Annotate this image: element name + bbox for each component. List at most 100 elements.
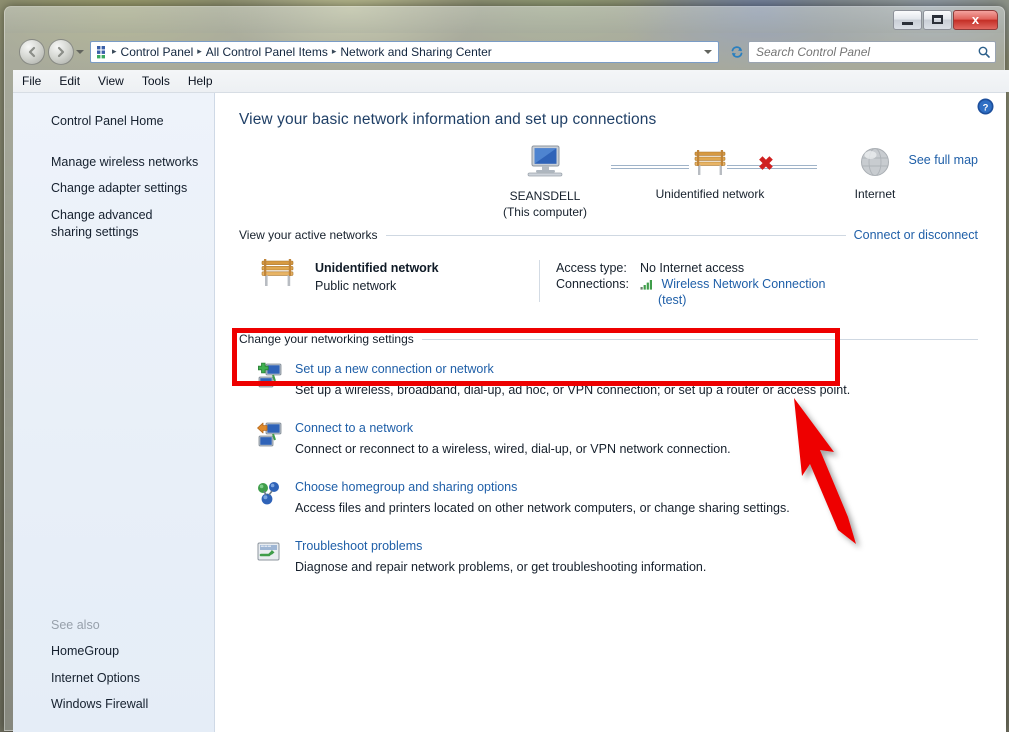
- task-link[interactable]: Set up a new connection or network: [295, 362, 850, 376]
- homegroup-icon: [255, 480, 289, 510]
- menu-view[interactable]: View: [89, 72, 133, 90]
- map-node-this-computer[interactable]: SEANSDELL (This computer): [485, 143, 605, 220]
- detail-value-connections: Wireless Network Connection (test): [640, 276, 825, 308]
- sidebar-item-internet-options[interactable]: Internet Options: [13, 665, 214, 692]
- navigation-toolbar: ▸ Control Panel ▸ All Control Panel Item…: [5, 33, 1004, 70]
- window-controls: x: [893, 9, 998, 30]
- task-troubleshoot-problems[interactable]: Troubleshoot problems Diagnose and repai…: [239, 539, 1006, 574]
- svg-text:?: ?: [983, 102, 989, 113]
- section-label: View your active networks: [239, 228, 378, 242]
- main-content: ? View your basic network information an…: [215, 93, 1006, 732]
- active-network-type: Public network: [315, 279, 439, 293]
- task-choose-homegroup-and-sharing-options[interactable]: Choose homegroup and sharing options Acc…: [239, 480, 1006, 515]
- menu-edit[interactable]: Edit: [50, 72, 89, 90]
- detail-value: No Internet access: [640, 260, 825, 276]
- close-icon: x: [972, 13, 979, 26]
- task-body: Set up a new connection or network Set u…: [289, 362, 850, 397]
- active-network-identity: Unidentified network Public network: [239, 256, 539, 308]
- see-also-section: See also HomeGroup Internet Options Wind…: [13, 614, 214, 718]
- maximize-icon: [932, 15, 943, 24]
- task-description: Set up a wireless, broadband, dial-up, a…: [295, 383, 850, 397]
- new-connection-icon: [255, 362, 289, 392]
- back-arrow-icon: [25, 45, 39, 59]
- refresh-button[interactable]: [726, 41, 748, 63]
- active-networks-panel: Unidentified network Public network Acce…: [215, 256, 1006, 308]
- close-button[interactable]: x: [953, 10, 998, 30]
- task-description: Diagnose and repair network problems, or…: [295, 560, 706, 574]
- section-label: Change your networking settings: [239, 332, 414, 346]
- forward-arrow-icon: [54, 45, 68, 59]
- help-icon[interactable]: ?: [977, 98, 994, 115]
- window-body: Control Panel Home Manage wireless netwo…: [13, 92, 1006, 732]
- detail-key: Access type:: [556, 260, 640, 276]
- navigation-sidebar: Control Panel Home Manage wireless netwo…: [13, 93, 215, 732]
- active-networks-section-header: View your active networks Connect or dis…: [215, 228, 1006, 242]
- breadcrumb-control-panel[interactable]: Control Panel: [118, 44, 197, 60]
- maximize-button[interactable]: [923, 10, 952, 30]
- active-network-name: Unidentified network: [315, 261, 439, 275]
- task-connect-to-a-network[interactable]: Connect to a network Connect or reconnec…: [239, 421, 1006, 456]
- search-icon: [977, 45, 991, 59]
- network-bench-icon: [688, 147, 732, 179]
- address-bar[interactable]: ▸ Control Panel ▸ All Control Panel Item…: [90, 41, 719, 63]
- task-link[interactable]: Connect to a network: [295, 421, 731, 435]
- recent-pages-button[interactable]: [74, 39, 86, 65]
- computer-icon: [524, 143, 566, 181]
- chevron-down-icon: [76, 50, 84, 54]
- forward-button[interactable]: [48, 39, 74, 65]
- sidebar-spacer: [13, 135, 214, 149]
- sidebar-item-windows-firewall[interactable]: Windows Firewall: [13, 691, 214, 718]
- chevron-down-icon: [704, 50, 712, 54]
- map-node-label: SEANSDELL: [485, 189, 605, 204]
- search-box[interactable]: [748, 41, 996, 63]
- back-button[interactable]: [19, 39, 45, 65]
- map-node-sublabel: (This computer): [485, 205, 605, 220]
- control-panel-window: x: [4, 6, 1005, 731]
- minimize-button[interactable]: [893, 10, 922, 30]
- detail-row-connections: Connections:: [556, 276, 825, 308]
- wifi-signal-icon: [640, 278, 654, 293]
- breadcrumb-network-and-sharing-center[interactable]: Network and Sharing Center: [337, 44, 494, 60]
- active-network-details: Access type: No Internet access Connecti…: [540, 256, 825, 308]
- map-node-label: Unidentified network: [635, 187, 785, 202]
- active-network-text: Unidentified network Public network: [315, 261, 439, 293]
- sidebar-item-change-adapter-settings[interactable]: Change adapter settings: [13, 175, 214, 202]
- sidebar-item-control-panel-home[interactable]: Control Panel Home: [13, 108, 214, 135]
- breadcrumb-all-control-panel-items[interactable]: All Control Panel Items: [203, 44, 331, 60]
- sidebar-item-manage-wireless-networks[interactable]: Manage wireless networks: [13, 149, 214, 176]
- task-body: Connect to a network Connect or reconnec…: [289, 421, 731, 456]
- sidebar-item-homegroup[interactable]: HomeGroup: [13, 638, 214, 665]
- task-body: Choose homegroup and sharing options Acc…: [289, 480, 790, 515]
- broken-connection-icon: ✖: [758, 155, 774, 174]
- task-link[interactable]: Choose homegroup and sharing options: [295, 480, 790, 494]
- network-map: SEANSDELL (This computer) Unidentified: [215, 143, 1006, 218]
- control-panel-icon: [95, 44, 111, 60]
- task-link[interactable]: Troubleshoot problems: [295, 539, 706, 553]
- menu-tools[interactable]: Tools: [133, 72, 179, 90]
- refresh-icon: [729, 44, 745, 60]
- networking-settings-section-header: Change your networking settings: [215, 332, 1006, 346]
- page-title: View your basic network information and …: [215, 111, 1006, 129]
- network-bench-icon: [255, 256, 301, 290]
- map-node-label: Internet: [815, 187, 935, 202]
- task-set-up-new-connection[interactable]: Set up a new connection or network Set u…: [239, 362, 1006, 397]
- menu-file[interactable]: File: [13, 72, 50, 90]
- task-description: Access files and printers located on oth…: [295, 501, 790, 515]
- task-body: Troubleshoot problems Diagnose and repai…: [289, 539, 706, 574]
- see-full-map-link[interactable]: See full map: [909, 153, 978, 167]
- menu-help[interactable]: Help: [179, 72, 222, 90]
- section-rule: [386, 235, 846, 236]
- search-input[interactable]: [756, 45, 977, 59]
- wireless-network-connection-sublabel: (test): [640, 293, 825, 307]
- connect-network-icon: [255, 421, 289, 451]
- section-rule: [422, 339, 978, 340]
- detail-row-access-type: Access type: No Internet access: [556, 260, 825, 276]
- wireless-network-connection-link[interactable]: Wireless Network Connection: [661, 277, 825, 291]
- sidebar-item-change-advanced-sharing-settings[interactable]: Change advanced sharing settings: [13, 202, 214, 245]
- menu-bar: File Edit View Tools Help: [13, 70, 1009, 92]
- troubleshoot-icon: [255, 539, 289, 569]
- connect-or-disconnect-link[interactable]: Connect or disconnect: [854, 228, 978, 242]
- minimize-icon: [902, 22, 913, 25]
- task-description: Connect or reconnect to a wireless, wire…: [295, 442, 731, 456]
- address-dropdown-button[interactable]: [700, 42, 716, 62]
